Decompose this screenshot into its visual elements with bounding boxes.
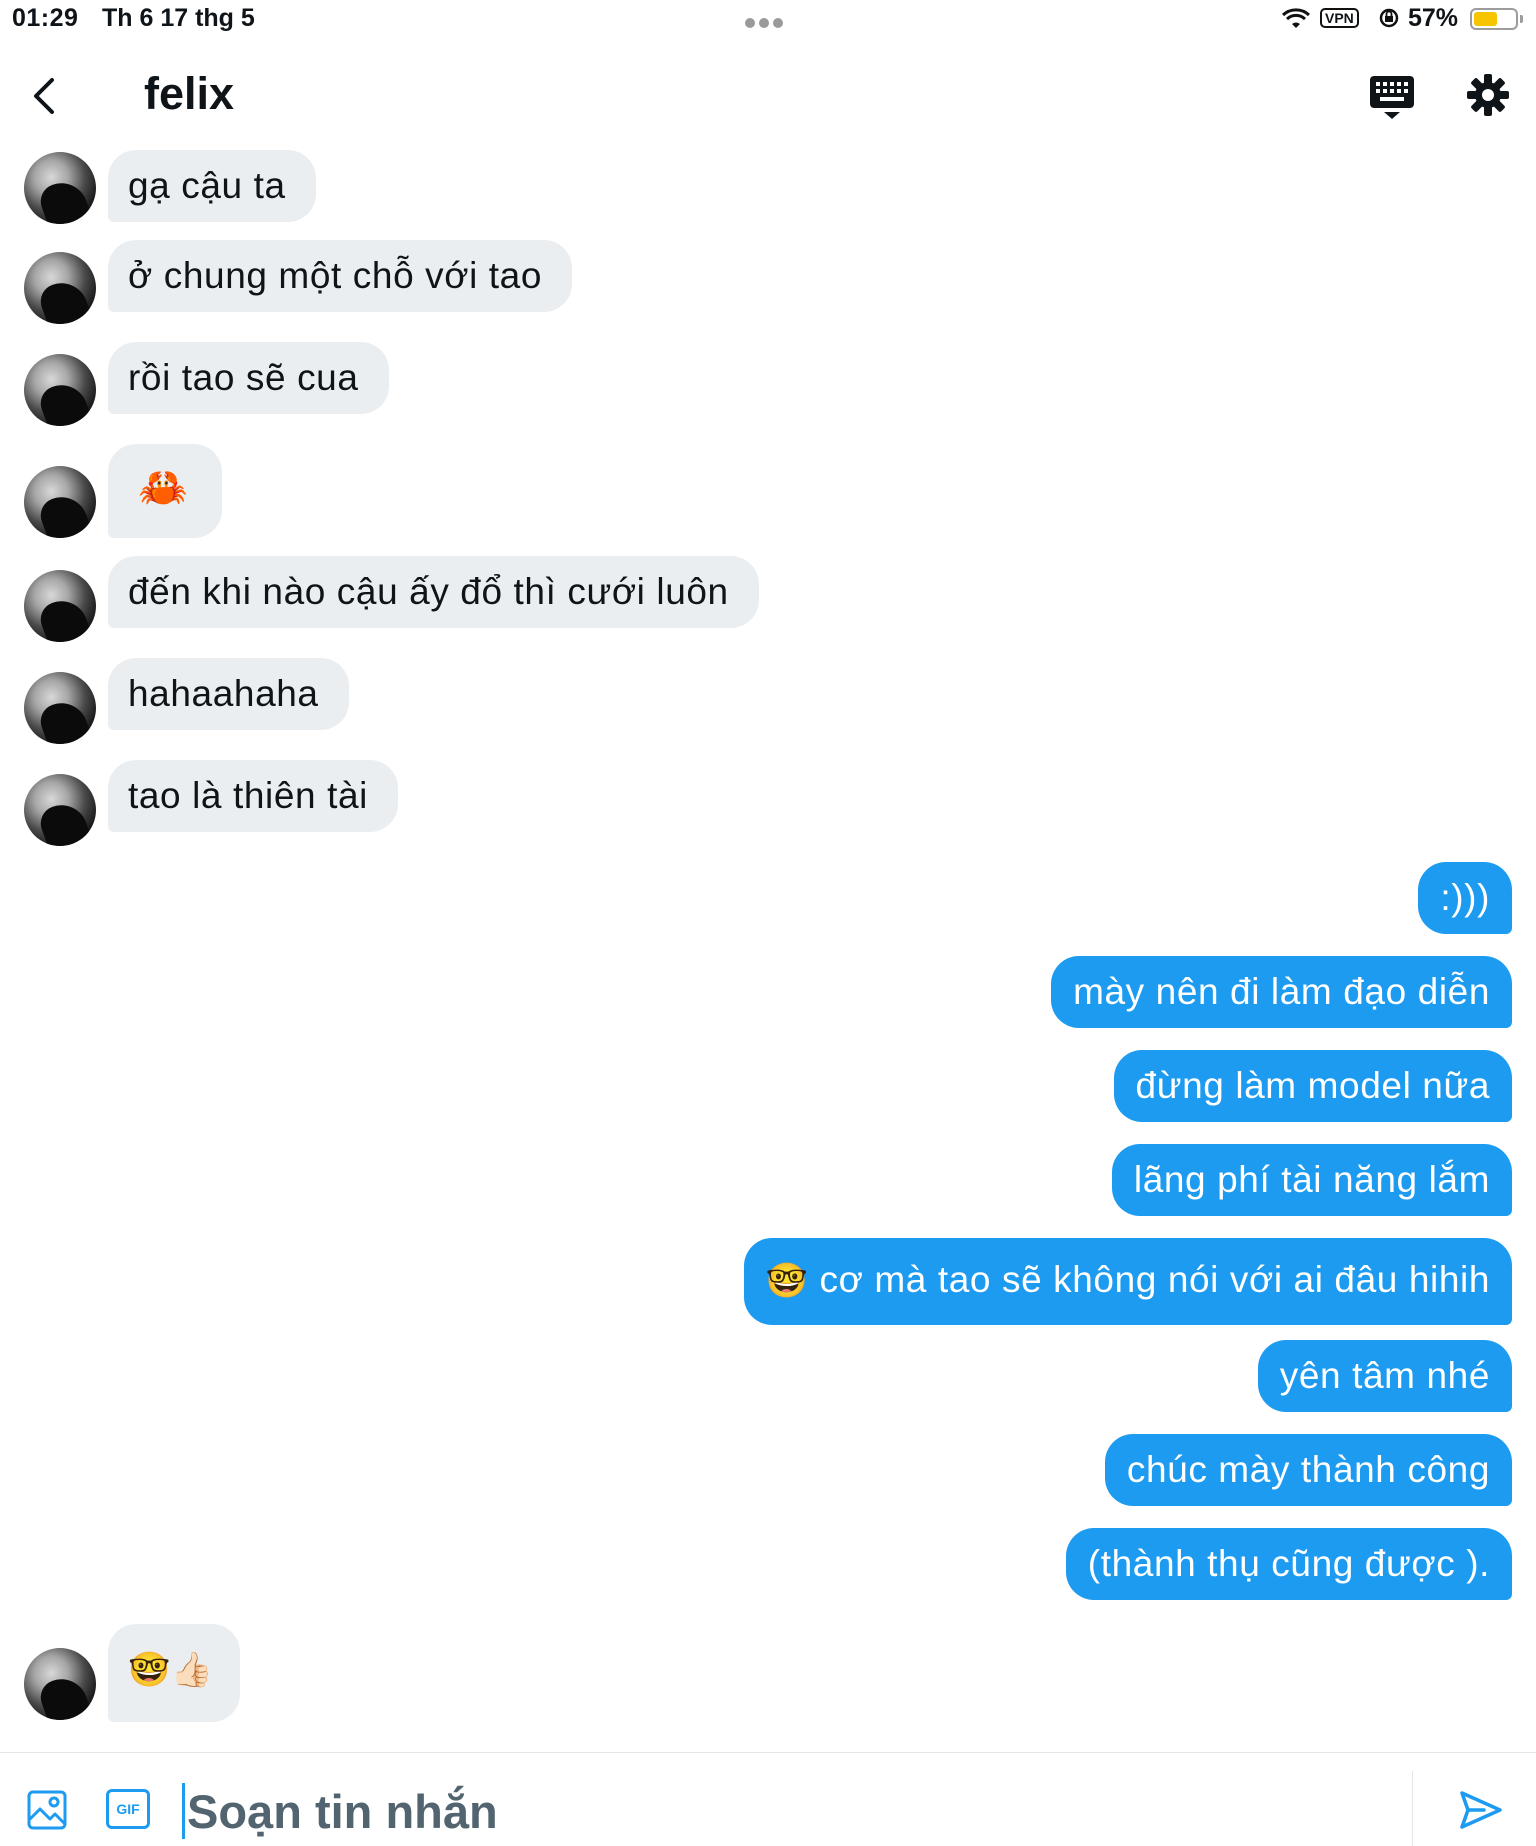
avatar[interactable]	[24, 466, 96, 538]
avatar[interactable]	[24, 252, 96, 324]
message-bubble-outgoing[interactable]: (thành thụ cũng được ).	[1065, 1528, 1512, 1600]
nerd-face-emoji: 🤓	[765, 1262, 809, 1300]
message-bubble-outgoing[interactable]: mày nên đi làm đạo diễn	[1051, 956, 1512, 1028]
message-bubble-outgoing[interactable]: lãng phí tài năng lắm	[1111, 1144, 1512, 1216]
message-input[interactable]	[182, 1783, 1387, 1839]
message-bubble-incoming[interactable]: đến khi nào cậu ấy đổ thì cưới luôn	[108, 556, 759, 628]
avatar[interactable]	[24, 354, 96, 426]
gif-icon[interactable]: GIF	[106, 1789, 150, 1829]
avatar[interactable]	[24, 672, 96, 744]
avatar[interactable]	[24, 570, 96, 642]
message-list: gạ cậu ta ở chung một chỗ với tao rồi ta…	[0, 0, 1536, 1845]
avatar[interactable]	[24, 1648, 96, 1720]
message-bubble-outgoing[interactable]: 🤓 cơ mà tao sẽ không nói với ai đâu hihi…	[743, 1238, 1512, 1325]
message-bubble-incoming[interactable]: hahaahaha	[108, 658, 349, 730]
message-bubble-incoming[interactable]: tao là thiên tài	[108, 760, 398, 832]
message-text: cơ mà tao sẽ không nói với ai đâu hihih	[819, 1259, 1490, 1300]
compose-divider	[1412, 1771, 1413, 1846]
image-icon[interactable]	[26, 1789, 68, 1831]
message-bubble-outgoing[interactable]: yên tâm nhé	[1257, 1340, 1512, 1412]
message-bubble-incoming[interactable]: 🤓👍🏻	[108, 1624, 240, 1722]
message-bubble-incoming[interactable]: rồi tao sẽ cua	[108, 342, 389, 414]
message-bubble-incoming[interactable]: 🦀	[108, 444, 223, 538]
compose-bar: GIF	[0, 1752, 1536, 1846]
message-bubble-outgoing[interactable]: chúc mày thành công	[1104, 1434, 1512, 1506]
avatar[interactable]	[24, 774, 96, 846]
send-icon[interactable]	[1458, 1787, 1504, 1833]
avatar[interactable]	[24, 152, 96, 224]
message-bubble-outgoing[interactable]: đừng làm model nữa	[1113, 1050, 1512, 1122]
message-bubble-incoming[interactable]: gạ cậu ta	[108, 150, 316, 222]
message-bubble-outgoing[interactable]: :)))	[1418, 862, 1512, 934]
message-bubble-incoming[interactable]: ở chung một chỗ với tao	[108, 240, 573, 312]
